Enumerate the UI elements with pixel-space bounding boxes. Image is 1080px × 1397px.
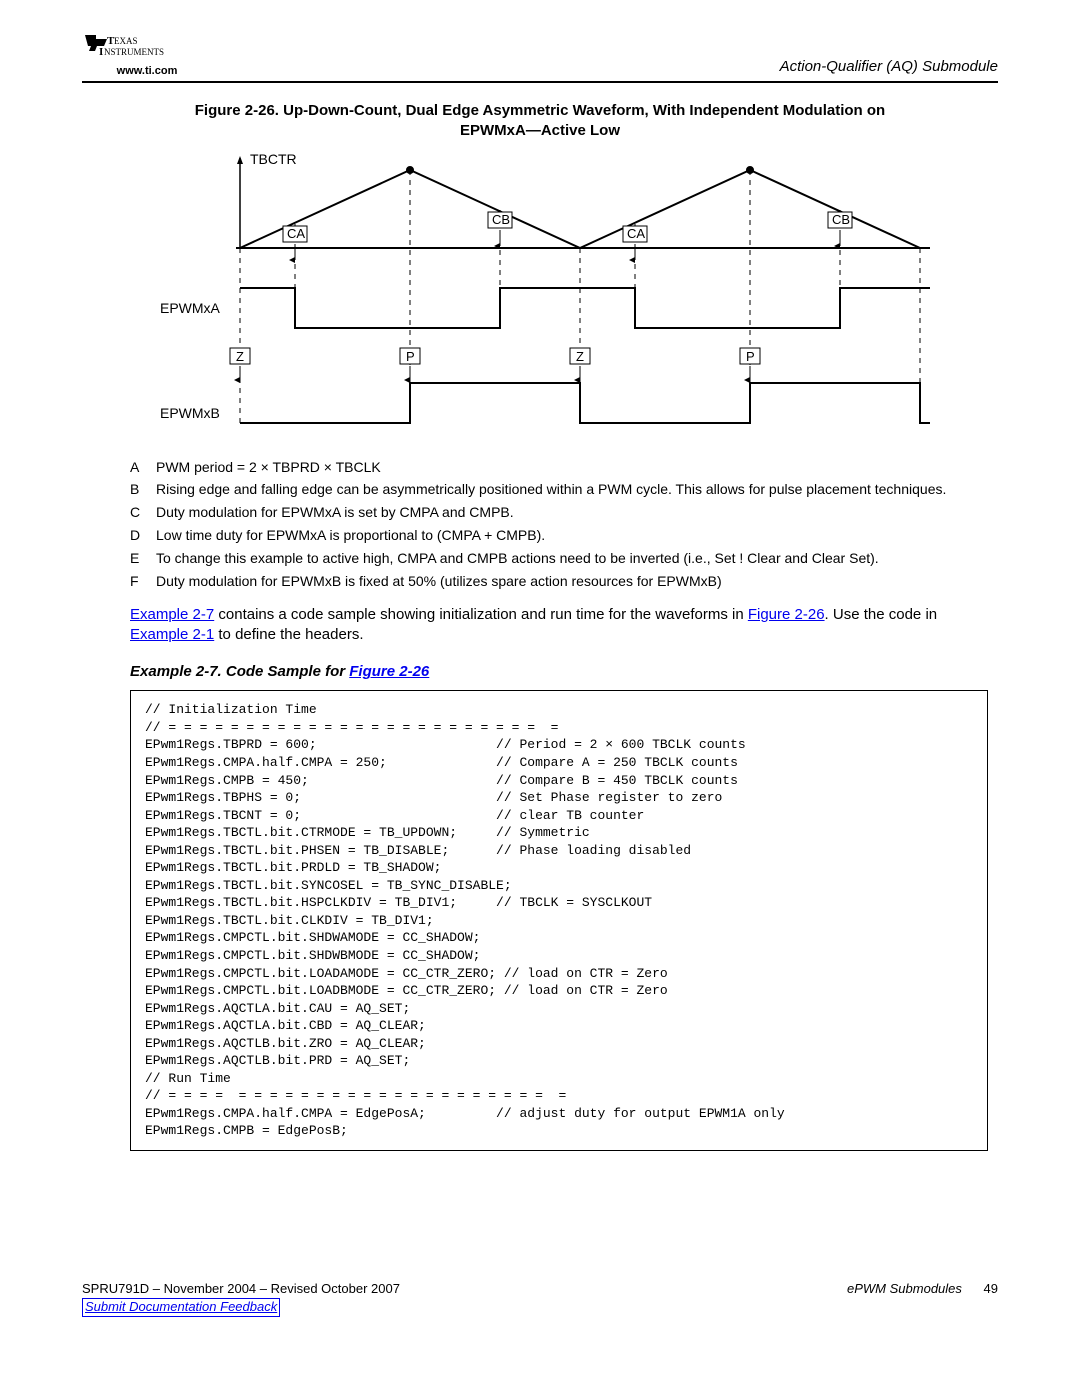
header-url: www.ti.com <box>117 66 178 77</box>
note-tag: D <box>130 526 156 545</box>
example-title: Example 2-7. Code Sample for Figure 2-26 <box>130 663 998 680</box>
page-footer: SPRU791D – November 2004 – Revised Octob… <box>82 1281 998 1317</box>
note-row: APWM period = 2 × TBPRD × TBCLK <box>130 458 988 477</box>
page-header: T EXAS I NSTRUMENTS www.ti.com Action-Qu… <box>82 30 998 77</box>
link-figure-2-26[interactable]: Figure 2-26 <box>748 606 825 623</box>
marker-z: Z <box>236 349 244 364</box>
marker-ca: CA <box>287 226 305 241</box>
marker-p: P <box>406 349 415 364</box>
marker-cb: CB <box>492 212 510 227</box>
crossref-paragraph: Example 2-7 contains a code sample showi… <box>130 605 988 646</box>
ti-logo-block: T EXAS I NSTRUMENTS www.ti.com <box>82 30 212 77</box>
svg-text:NSTRUMENTS: NSTRUMENTS <box>104 47 164 57</box>
note-tag: B <box>130 480 156 499</box>
note-row: ETo change this example to active high, … <box>130 549 988 568</box>
note-row: FDuty modulation for EPWMxB is fixed at … <box>130 572 988 591</box>
submit-feedback-link[interactable]: Submit Documentation Feedback <box>82 1298 280 1317</box>
code-listing: // Initialization Time // = = = = = = = … <box>130 690 988 1151</box>
note-text: Low time duty for EPWMxA is proportional… <box>156 526 545 545</box>
svg-text:I: I <box>99 46 103 58</box>
figure-caption-line1: Figure 2-26. Up-Down-Count, Dual Edge As… <box>195 102 885 119</box>
footer-chapter: ePWM Submodules <box>847 1281 962 1296</box>
link-example-2-7[interactable]: Example 2-7 <box>130 606 214 623</box>
note-row: BRising edge and falling edge can be asy… <box>130 480 988 499</box>
para-text: . Use the code in <box>825 606 938 623</box>
marker-p-2: P <box>746 349 755 364</box>
marker-z-2: Z <box>576 349 584 364</box>
link-example-2-1[interactable]: Example 2-1 <box>130 626 214 643</box>
note-text: PWM period = 2 × TBPRD × TBCLK <box>156 458 381 477</box>
note-text: To change this example to active high, C… <box>156 549 879 568</box>
note-row: DLow time duty for EPWMxA is proportiona… <box>130 526 988 545</box>
label-epwmxa: EPWMxA <box>160 300 221 316</box>
marker-ca-2: CA <box>627 226 645 241</box>
note-tag: E <box>130 549 156 568</box>
note-tag: C <box>130 503 156 522</box>
note-text: Duty modulation for EPWMxB is fixed at 5… <box>156 572 722 591</box>
link-figure-2-26-b[interactable]: Figure 2-26 <box>349 663 429 680</box>
marker-cb-2: CB <box>832 212 850 227</box>
note-text: Rising edge and falling edge can be asym… <box>156 480 946 499</box>
label-epwmxb: EPWMxB <box>160 405 220 421</box>
note-row: CDuty modulation for EPWMxA is set by CM… <box>130 503 988 522</box>
svg-text:EXAS: EXAS <box>114 36 138 46</box>
timing-diagram: TBCTR CA <box>140 148 940 448</box>
ti-logo-icon: T EXAS I NSTRUMENTS <box>82 30 212 64</box>
section-heading: Action-Qualifier (AQ) Submodule <box>780 58 998 77</box>
example-title-prefix: Example 2-7. Code Sample for <box>130 663 349 680</box>
note-tag: F <box>130 572 156 591</box>
figure-notes: APWM period = 2 × TBPRD × TBCLK BRising … <box>130 458 988 591</box>
note-text: Duty modulation for EPWMxA is set by CMP… <box>156 503 514 522</box>
footer-page-number: 49 <box>984 1281 998 1296</box>
figure-caption-line2: EPWMxA—Active Low <box>460 122 620 139</box>
label-tbctr: TBCTR <box>250 151 297 167</box>
figure-caption: Figure 2-26. Up-Down-Count, Dual Edge As… <box>130 101 950 142</box>
note-tag: A <box>130 458 156 477</box>
footer-docid: SPRU791D – November 2004 – Revised Octob… <box>82 1281 400 1298</box>
header-rule <box>82 81 998 83</box>
para-text: contains a code sample showing initializ… <box>214 606 748 623</box>
para-text: to define the headers. <box>214 626 363 643</box>
